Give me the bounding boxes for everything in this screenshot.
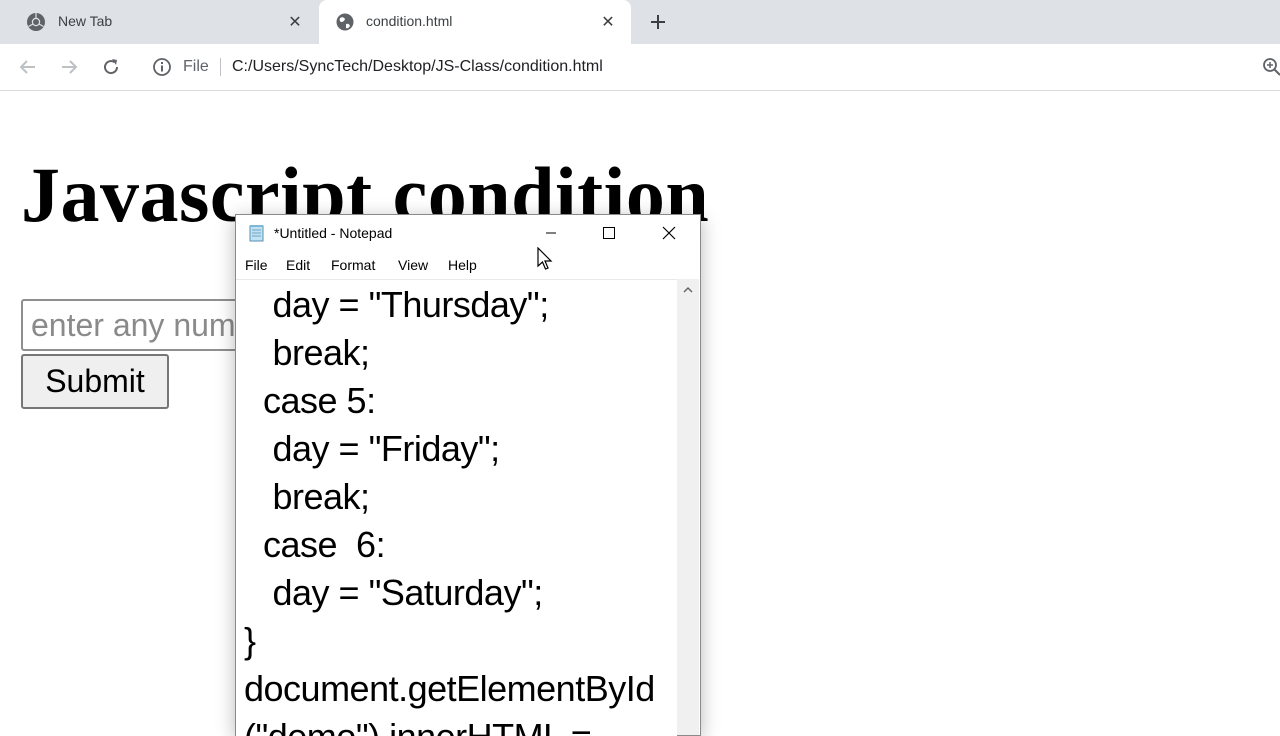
code-line: break; (244, 332, 371, 373)
close-tab-icon[interactable]: ✕ (597, 11, 619, 33)
submit-button[interactable]: Submit (21, 354, 169, 409)
code-line: day = "Saturday"; (244, 572, 544, 613)
notepad-icon (248, 224, 266, 242)
tab-label: New Tab (58, 13, 113, 29)
address-bar[interactable]: File C:/Users/SyncTech/Desktop/JS-Class/… (140, 50, 1280, 84)
menu-file[interactable]: File (245, 257, 268, 273)
forward-button[interactable] (57, 55, 81, 79)
tab-condition-html[interactable]: condition.html ✕ (319, 0, 631, 44)
close-window-button[interactable] (646, 219, 692, 247)
globe-icon (335, 12, 355, 32)
minimize-button[interactable] (528, 219, 574, 247)
code-line: day = "Friday"; (244, 428, 501, 469)
arrow-left-icon (19, 60, 35, 74)
tab-label: condition.html (366, 13, 453, 29)
arrow-right-icon (62, 60, 78, 74)
minimize-icon (546, 232, 556, 234)
maximize-button[interactable] (586, 219, 632, 247)
code-line: break; (244, 476, 371, 517)
maximize-icon (603, 227, 615, 239)
scroll-up-icon[interactable] (677, 279, 699, 301)
tab-new-tab[interactable]: New Tab ✕ (0, 0, 318, 44)
menu-help[interactable]: Help (448, 257, 477, 273)
mouse-cursor-icon (537, 247, 553, 270)
scheme-divider (220, 58, 221, 76)
reload-button[interactable] (99, 55, 123, 79)
url-scheme: File (183, 58, 209, 75)
notepad-text-area[interactable]: day = "Thursday"; break; case 5: day = "… (236, 279, 677, 736)
menu-view[interactable]: View (398, 257, 428, 273)
plus-icon (651, 15, 665, 29)
notepad-menubar: File Edit Format View Help (236, 251, 700, 279)
close-icon (662, 226, 676, 240)
notepad-title: *Untitled - Notepad (274, 225, 393, 241)
browser-toolbar: File C:/Users/SyncTech/Desktop/JS-Class/… (0, 44, 1280, 91)
tab-strip: New Tab ✕ condition.html ✕ (0, 0, 1280, 44)
chrome-icon (26, 12, 46, 32)
menu-format[interactable]: Format (331, 257, 375, 273)
notepad-window: *Untitled - Notepad File Edit Format Vie… (235, 214, 701, 736)
vertical-scrollbar[interactable] (677, 279, 699, 735)
code-line: ("demo").innerHTML = (244, 715, 592, 736)
notepad-titlebar[interactable]: *Untitled - Notepad (236, 215, 700, 251)
zoom-icon[interactable] (1262, 57, 1280, 77)
new-tab-button[interactable] (646, 10, 670, 34)
reload-icon (104, 59, 119, 75)
back-button[interactable] (16, 55, 40, 79)
code-line: case 5: (244, 380, 376, 421)
close-tab-icon[interactable]: ✕ (284, 11, 306, 33)
url-text[interactable]: C:/Users/SyncTech/Desktop/JS-Class/condi… (232, 58, 603, 76)
menu-edit[interactable]: Edit (286, 257, 310, 273)
code-line: day = "Thursday"; (244, 284, 550, 325)
code-line: case 6: (244, 524, 386, 565)
code-line: } (244, 620, 256, 661)
info-icon[interactable] (152, 57, 172, 77)
code-line: document.getElementById (244, 668, 655, 709)
